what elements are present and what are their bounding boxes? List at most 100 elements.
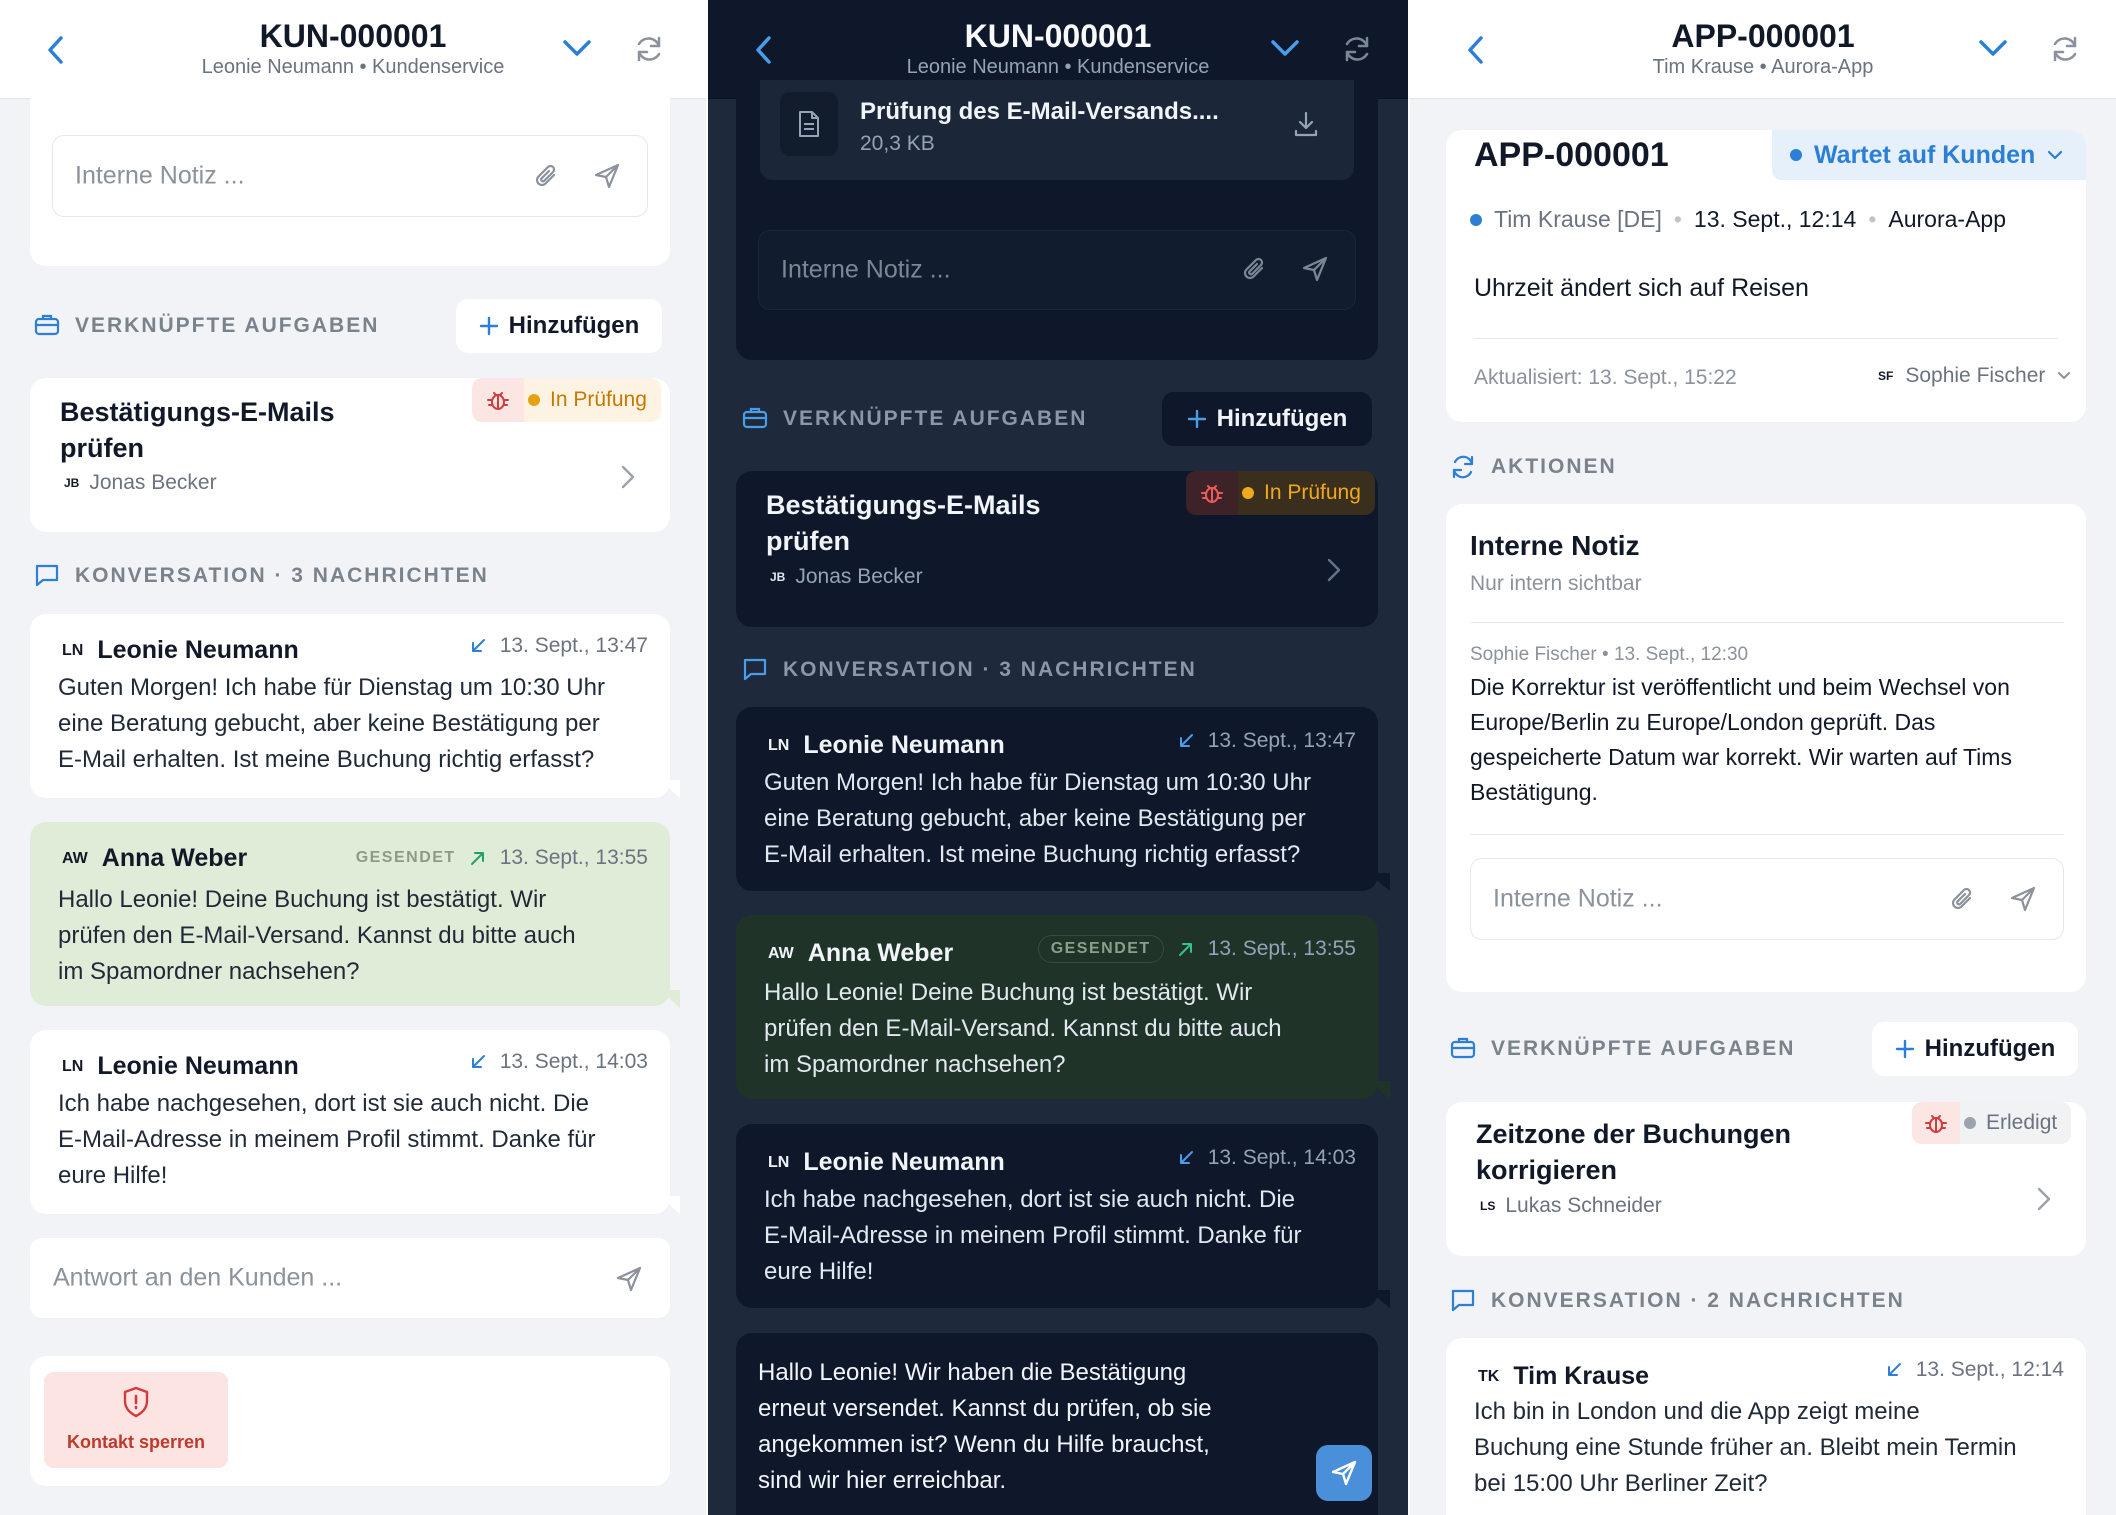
internal-note-input[interactable]: Interne Notiz ... [52, 135, 648, 217]
message-time: 13. Sept., 14:03 [1207, 1146, 1356, 1169]
attachment[interactable]: Prüfung des E-Mail-Versands.... 20,3 KB [760, 80, 1354, 180]
chevron-down-icon [563, 40, 591, 56]
add-task-button[interactable]: Hinzufügen [1872, 1022, 2078, 1076]
task-card[interactable]: Bestätigungs-E-Mails prüfen JB Jonas Becke… [736, 471, 1378, 627]
ticket-app: Aurora-App [1888, 206, 2007, 232]
briefcase-icon [1450, 1037, 1476, 1059]
refresh-button[interactable] [2050, 34, 2080, 64]
paperclip-icon[interactable] [1241, 255, 1269, 285]
add-task-button[interactable]: Hinzufügen [456, 299, 662, 353]
message-author: Anna Weber [101, 844, 248, 872]
header-title: KUN-000001 [964, 18, 1152, 54]
note-title: Interne Notiz [1470, 530, 1640, 561]
send-icon[interactable] [2009, 885, 2037, 913]
reply-text: Hallo Leonie! Wir haben die Bestätigung e… [758, 1359, 1212, 1494]
chat-icon [1451, 1289, 1475, 1312]
sent-badge: GESENDET [355, 849, 456, 866]
paperclip-icon[interactable] [533, 162, 561, 192]
incoming-arrow-icon [471, 1055, 485, 1068]
outgoing-arrow-icon [470, 852, 484, 865]
avatar: AW [62, 849, 88, 867]
conversation-heading: KONVERSATION · 2 NACHRICHTEN [1491, 1289, 1905, 1312]
document-icon [799, 111, 819, 137]
message-card: LN Leonie Neumann 13. Sept., 13:47 Guten … [30, 614, 670, 798]
task-title-line2: prüfen [766, 526, 850, 556]
actions-heading: AKTIONEN [1491, 455, 1617, 478]
ticket-subject: Uhrzeit ändert sich auf Reisen [1474, 274, 1809, 302]
status-dropdown[interactable]: Wartet auf Kunden [1772, 130, 2086, 180]
shield-alert-icon [123, 1386, 149, 1418]
note-card: Prüfung des E-Mail-Versands.... 20,3 KB … [736, 80, 1378, 360]
bug-icon [1925, 1115, 1947, 1133]
status-badge: In Prüfung [1186, 471, 1375, 515]
updated-at: Aktualisiert: 13. Sept., 15:22 [1474, 366, 1737, 389]
task-title-line1: Bestätigungs-E-Mails [60, 397, 335, 427]
block-contact-button[interactable]: Kontakt sperren [44, 1372, 228, 1468]
reply-composer[interactable]: Hallo Leonie! Wir haben die Bestätigung e… [736, 1333, 1378, 1515]
briefcase-icon [34, 314, 60, 336]
attachment-size: 20,3 KB [860, 132, 935, 155]
expand-button[interactable] [1270, 38, 1300, 58]
sent-badge: GESENDET [1037, 935, 1164, 963]
refresh-button[interactable] [1342, 34, 1372, 64]
add-task-button[interactable]: Hinzufügen [1162, 392, 1372, 446]
assignee-dropdown[interactable]: SF Sophie Fischer [1878, 364, 2071, 388]
message-author: Anna Weber [807, 939, 954, 967]
message-author: Leonie Neumann [97, 636, 299, 664]
expand-button[interactable] [1978, 38, 2008, 58]
download-icon[interactable] [1292, 110, 1320, 138]
task-title-line1: Bestätigungs-E-Mails [766, 490, 1041, 520]
bug-icon [1201, 485, 1223, 503]
incoming-arrow-icon [471, 639, 485, 652]
message-text: Ich habe nachgesehen, dort ist sie auch … [764, 1186, 1302, 1285]
chat-icon [743, 658, 767, 681]
send-icon[interactable] [615, 1265, 643, 1293]
internal-note-card: Interne Notiz Nur intern sichtbar Sophie… [1446, 504, 2086, 992]
chevron-down-icon [2058, 372, 2071, 379]
ticket-id: APP-000001 [1474, 136, 1669, 174]
avatar: LN [62, 1057, 84, 1075]
paperclip-icon[interactable] [1949, 885, 1977, 915]
message-text: Hallo Leonie! Deine Buchung ist bestätig… [58, 886, 576, 985]
expand-button[interactable] [562, 38, 592, 58]
avatar: TK [1478, 1367, 1500, 1385]
internal-note-input[interactable]: Interne Notiz ... [1470, 858, 2064, 940]
danger-card: Kontakt sperren [30, 1356, 670, 1486]
avatar: AW [768, 944, 794, 962]
chevron-down-icon [1979, 40, 2007, 56]
message-time: 13. Sept., 13:55 [499, 846, 648, 869]
message-text: Hallo Leonie! Deine Buchung ist bestätig… [764, 979, 1282, 1078]
sync-icon [1452, 455, 1474, 479]
avatar: LN [62, 641, 84, 659]
briefcase-icon [742, 407, 768, 429]
ticket-summary-card: APP-000001 Wartet auf Kunden Tim Krause … [1446, 130, 2086, 422]
chevron-right-icon [1327, 558, 1341, 582]
refresh-icon [1345, 36, 1369, 62]
incoming-arrow-icon [1887, 1363, 1901, 1376]
ticket-panel-light-kun: KUN-000001 Leonie Neumann • Kundenservic… [0, 0, 706, 1515]
chat-icon [35, 564, 59, 587]
task-card[interactable]: Zeitzone der Buchungen korrigieren LS Luka… [1446, 1102, 2086, 1256]
header-subtitle: Tim Krause • Aurora-App [1652, 56, 1874, 78]
message-time: 13. Sept., 13:47 [1207, 729, 1356, 752]
chevron-down-icon [1271, 40, 1299, 56]
message-text: Ich bin in London und die App zeigt mein… [1474, 1398, 2017, 1497]
send-reply-button[interactable] [1316, 1445, 1372, 1501]
ticket-panel-dark-kun: KUN-000001 Leonie Neumann • Kundenservic… [708, 0, 1408, 1515]
send-icon[interactable] [593, 162, 621, 190]
header-title: KUN-000001 [259, 18, 447, 54]
internal-note-input[interactable]: Interne Notiz ... [758, 230, 1356, 310]
customer-name: Tim Krause [DE] [1494, 206, 1662, 232]
refresh-button[interactable] [634, 34, 664, 64]
bug-icon [487, 392, 509, 410]
message-author: Leonie Neumann [803, 731, 1005, 759]
note-text: Die Korrektur ist veröffentlicht und bei… [1470, 674, 2012, 805]
task-card[interactable]: Bestätigungs-E-Mails prüfen JB Jonas Becke… [30, 378, 670, 532]
send-icon[interactable] [1301, 255, 1329, 283]
plus-icon [479, 316, 498, 336]
header-title: APP-000001 [1671, 18, 1855, 54]
message-text: Guten Morgen! Ich habe für Dienstag um 1… [58, 674, 605, 773]
linked-tasks-heading: VERKNÜPFTE AUFGABEN [783, 407, 1088, 430]
reply-input[interactable]: Antwort an den Kunden ... [30, 1238, 670, 1318]
message-text: Guten Morgen! Ich habe für Dienstag um 1… [764, 769, 1311, 868]
